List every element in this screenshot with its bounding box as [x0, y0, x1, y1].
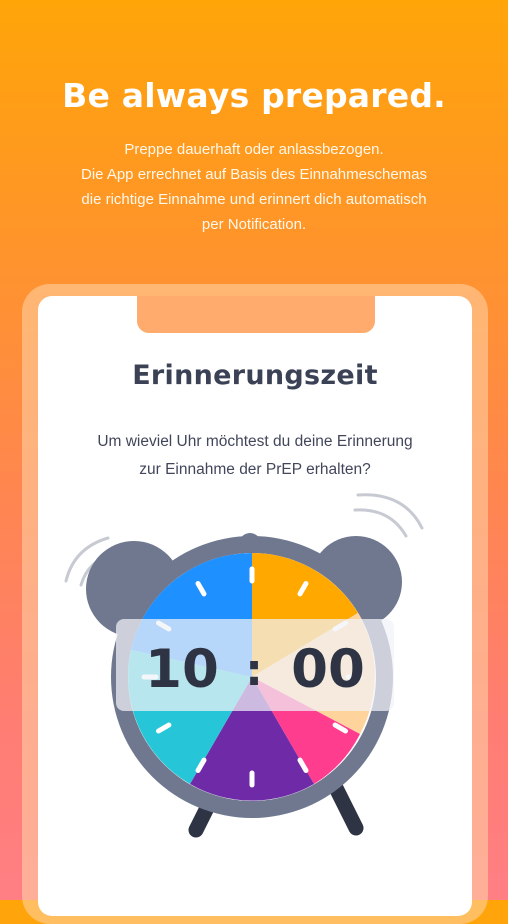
time-display[interactable]: 10 : 00: [116, 619, 394, 711]
hero-section: Be always prepared. Preppe dauerhaft ode…: [0, 76, 508, 237]
time-separator: :: [245, 645, 263, 696]
hero-description-line: Die App errechnet auf Basis des Einnahme…: [80, 166, 428, 183]
hero-description: Preppe dauerhaft oder anlassbezogen. Die…: [34, 137, 474, 237]
hero-description-line: die richtige Einnahme und erinnert dich …: [81, 191, 427, 208]
hero-description-line: per Notification.: [201, 216, 307, 233]
time-hours[interactable]: 10: [145, 639, 219, 700]
hero-title: Be always prepared.: [62, 76, 446, 115]
time-minutes[interactable]: 00: [291, 639, 365, 700]
phone-screen: Erinnerungszeit Um wieviel Uhr möchtest …: [38, 296, 472, 916]
alarm-clock-illustration: 10 : 00: [64, 493, 424, 838]
hero-description-line: Preppe dauerhaft oder anlassbezogen.: [124, 141, 384, 158]
vibration-waves-right-icon: [353, 493, 424, 538]
